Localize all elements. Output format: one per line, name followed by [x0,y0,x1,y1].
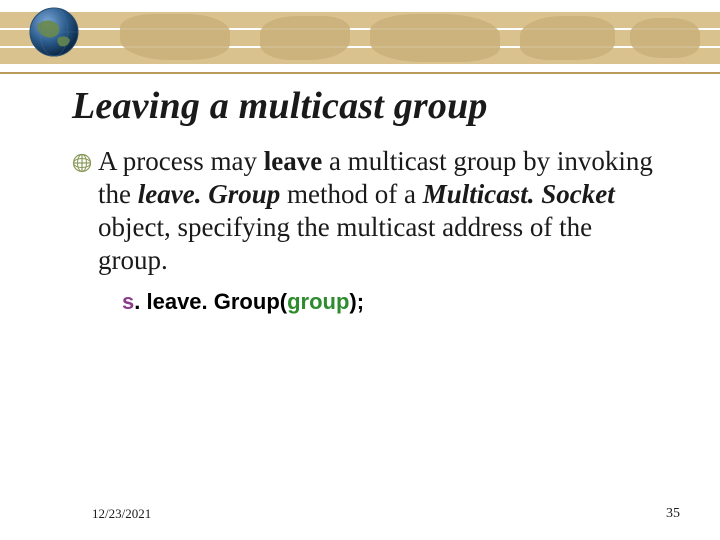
body-class: Multicast. Socket [423,179,615,209]
footer-date: 12/23/2021 [92,506,151,522]
body-text-7: object, specifying the multicast address… [98,212,592,275]
slide-title: Leaving a multicast group [72,84,488,128]
body-method: leave. Group [138,179,280,209]
accent-line [0,72,720,74]
code-snippet: s. leave. Group(group); [122,289,662,315]
bullet-icon [72,153,92,173]
bullet-item: A process may leave a multicast group by… [72,145,662,277]
code-close: ); [349,289,364,314]
body-paragraph: A process may leave a multicast group by… [98,145,662,277]
footer-page-number: 35 [666,506,680,522]
body-bold-leave: leave [264,146,322,176]
code-dot: . [134,289,146,314]
code-arg: group [287,289,349,314]
code-method: leave. Group( [146,289,287,314]
banner [0,0,720,80]
code-s: s [122,289,134,314]
body-text-1: A process may [98,146,264,176]
body-text-5: method of a [280,179,422,209]
content-area: A process may leave a multicast group by… [72,145,662,315]
globe-icon [28,6,80,58]
